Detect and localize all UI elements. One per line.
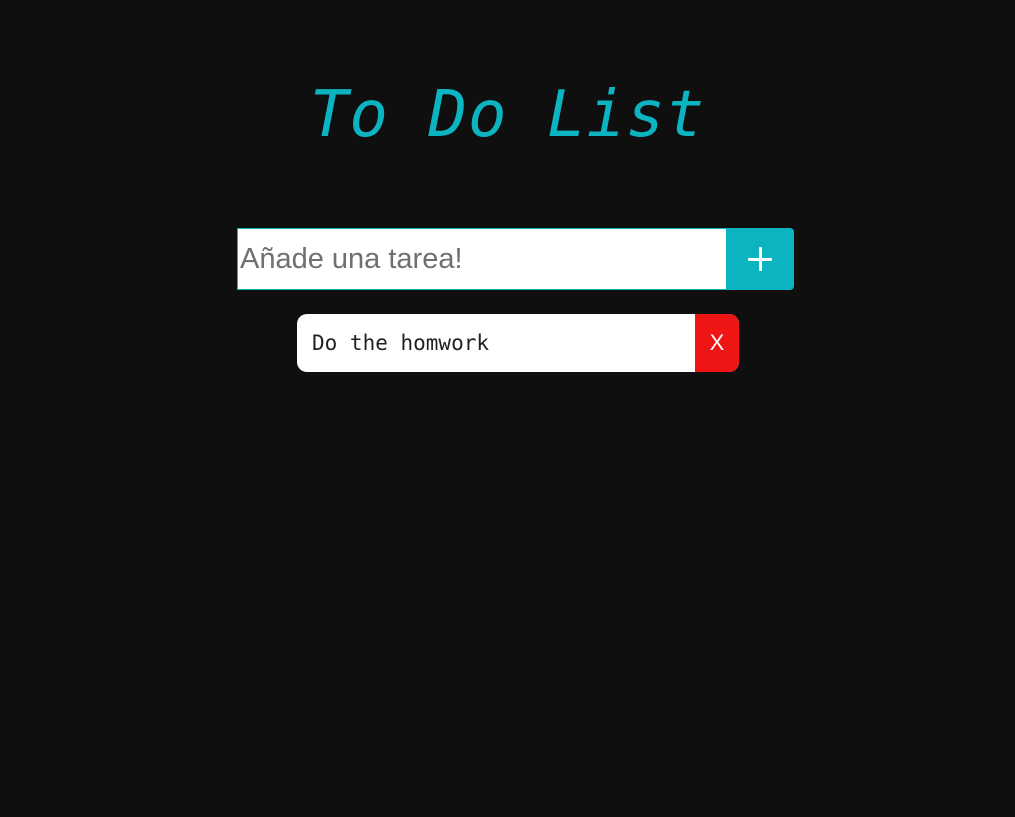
add-task-button[interactable] bbox=[726, 228, 794, 290]
page-title: To Do List bbox=[309, 78, 706, 152]
add-task-form bbox=[237, 228, 794, 290]
task-input[interactable] bbox=[237, 228, 726, 290]
plus-icon bbox=[748, 247, 772, 271]
task-text: Do the homwork bbox=[312, 331, 490, 355]
task-list: Do the homwork X bbox=[297, 314, 739, 372]
todo-app: To Do List Do the homwork X bbox=[0, 0, 1015, 817]
task-item: Do the homwork X bbox=[297, 314, 739, 372]
delete-task-button[interactable]: X bbox=[695, 314, 739, 372]
